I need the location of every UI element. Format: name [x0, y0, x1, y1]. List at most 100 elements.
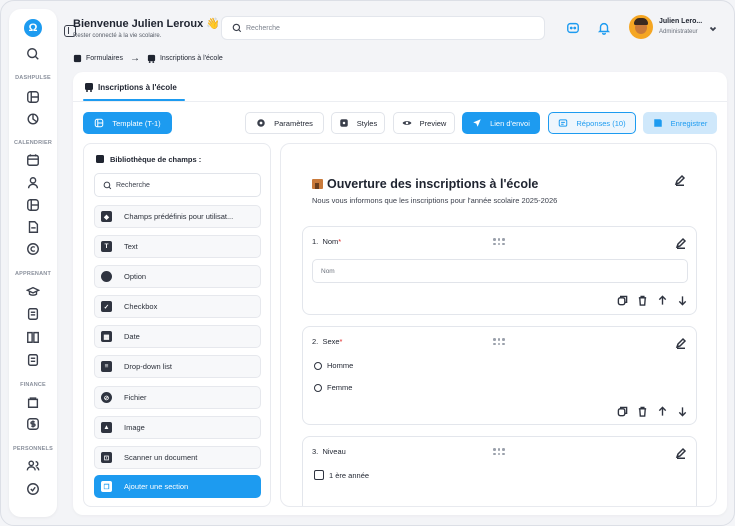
edit-icon[interactable] [675, 236, 687, 250]
question-label: 2. Sexe* [312, 337, 343, 346]
library-search-input[interactable]: Recherche [94, 173, 261, 197]
calendar-icon: ▦ [101, 331, 112, 342]
reponses-button[interactable]: Réponses (10) [548, 112, 636, 134]
section-icon: ❐ [101, 481, 112, 492]
checkbox-icon[interactable] [314, 470, 324, 480]
arrow-up-icon[interactable] [656, 405, 668, 417]
bus-icon [85, 83, 93, 92]
app-logo[interactable]: Ω [24, 19, 42, 37]
trash-icon[interactable] [636, 405, 648, 417]
lien-envoi-button[interactable]: Lien d'envoi [462, 112, 540, 134]
option-homme[interactable]: Homme [314, 361, 353, 370]
field-scan[interactable]: ⊡ Scanner un document [94, 446, 261, 469]
option-femme[interactable]: Femme [314, 383, 352, 392]
dashboard-icon[interactable] [25, 89, 41, 105]
radio-icon[interactable] [314, 361, 322, 370]
sidebar-section-dashpulse: DASHPULSE [15, 75, 51, 81]
drag-handle-icon[interactable] [493, 238, 505, 246]
library-icon [96, 155, 104, 163]
save-icon [653, 119, 662, 127]
edit-title-icon[interactable] [674, 173, 686, 187]
sidebar-section-apprenant: APPRENANT [14, 271, 52, 277]
field-dropdown[interactable]: ≡ Drop-down list [94, 355, 261, 378]
breadcrumb: Formulaires → Inscriptions à l'école [73, 53, 223, 64]
option-1ere-annee[interactable]: 1 ère année [314, 470, 369, 480]
trash-icon[interactable] [636, 294, 648, 306]
field-predefined[interactable]: ◆ Champs prédéfinis pour utilisat... [94, 205, 261, 228]
dollar-icon[interactable] [25, 416, 41, 432]
tab-inscriptions[interactable]: Inscriptions à l'école [84, 82, 177, 92]
template-button[interactable]: Template (T-1) [83, 112, 172, 134]
notes-icon[interactable] [25, 306, 41, 322]
eye-icon [402, 121, 412, 125]
responses-icon [559, 119, 568, 127]
school-icon [312, 179, 323, 189]
wallet-icon[interactable] [25, 394, 41, 410]
field-add-section[interactable]: ❐ Ajouter une section [94, 475, 261, 498]
nom-input[interactable]: Nom [312, 259, 688, 283]
question-card-sexe[interactable]: 2. Sexe* Homme Femme [302, 326, 697, 425]
file-icon: ⊘ [101, 392, 112, 403]
checkbox-icon: ✓ [101, 301, 112, 312]
field-text[interactable]: T Text [94, 235, 261, 258]
gear-icon [257, 119, 265, 127]
drag-handle-icon[interactable] [493, 338, 505, 346]
calendar-icon[interactable] [25, 152, 41, 168]
question-card-nom[interactable]: 1. Nom* Nom [302, 226, 697, 315]
field-checkbox[interactable]: ✓ Checkbox [94, 295, 261, 318]
field-file[interactable]: ⊘ Fichier [94, 386, 261, 409]
palette-icon [340, 119, 348, 127]
breadcrumb-current: Inscriptions à l'école [159, 55, 223, 62]
sidebar-section-personnels: PERSONNELS [13, 446, 53, 452]
staff-icon[interactable] [25, 458, 41, 474]
edit-icon[interactable] [675, 336, 687, 350]
duplicate-icon[interactable] [616, 405, 628, 417]
breadcrumb-formulaires[interactable]: Formulaires [86, 55, 123, 62]
analytics-icon[interactable] [25, 111, 41, 127]
sidebar-section-calendrier: CALENDRIER [13, 140, 53, 146]
user-name[interactable]: Julien Lero... [659, 18, 702, 25]
parametres-button[interactable]: Paramètres [245, 112, 324, 134]
radio-icon[interactable] [314, 383, 322, 392]
arrow-down-icon[interactable] [676, 405, 688, 417]
styles-button[interactable]: Styles [331, 112, 385, 134]
duplicate-icon[interactable] [616, 294, 628, 306]
chevron-down-icon[interactable] [708, 21, 718, 32]
copyright-icon[interactable] [25, 241, 41, 257]
divider [73, 101, 727, 102]
welcome-subtitle: Rester connecté à la vie scolaire. [73, 33, 162, 39]
list-icon[interactable] [25, 352, 41, 368]
edit-icon[interactable] [675, 446, 687, 460]
question-card-niveau[interactable]: 3. Niveau 1 ère année [302, 436, 697, 506]
schedule-icon[interactable] [25, 197, 41, 213]
form-description: Nous vous informons que les inscriptions… [312, 196, 558, 205]
users-icon[interactable] [25, 175, 41, 191]
send-icon [473, 119, 481, 127]
search-icon[interactable] [25, 46, 41, 62]
form-preview: Ouverture des inscriptions à l'école Nou… [280, 143, 717, 507]
library-title: Bibliothèque de champs : [95, 154, 201, 164]
graduation-cap-icon[interactable] [25, 284, 41, 300]
preview-button[interactable]: Preview [393, 112, 455, 134]
question-actions [616, 294, 688, 306]
arrow-up-icon[interactable] [656, 294, 668, 306]
question-label: 3. Niveau [312, 447, 346, 456]
wave-emoji: 👋 [206, 18, 220, 30]
badge-check-icon[interactable] [25, 481, 41, 497]
document-icon[interactable] [25, 219, 41, 235]
global-search-input[interactable]: Recherche [221, 16, 545, 40]
question-actions [616, 405, 688, 417]
avatar[interactable] [629, 15, 653, 39]
arrow-right-icon: → [129, 53, 140, 64]
layout-icon [95, 118, 104, 128]
field-image[interactable]: ▲ Image [94, 416, 261, 439]
book-icon[interactable] [25, 329, 41, 345]
bell-icon[interactable] [597, 21, 611, 35]
arrow-down-icon[interactable] [676, 294, 688, 306]
field-option[interactable]: Option [94, 265, 261, 288]
form-icon [73, 54, 82, 63]
enregistrer-button[interactable]: Enregistrer [643, 112, 717, 134]
drag-handle-icon[interactable] [493, 448, 505, 456]
field-date[interactable]: ▦ Date [94, 325, 261, 348]
assistant-icon[interactable] [566, 21, 580, 35]
